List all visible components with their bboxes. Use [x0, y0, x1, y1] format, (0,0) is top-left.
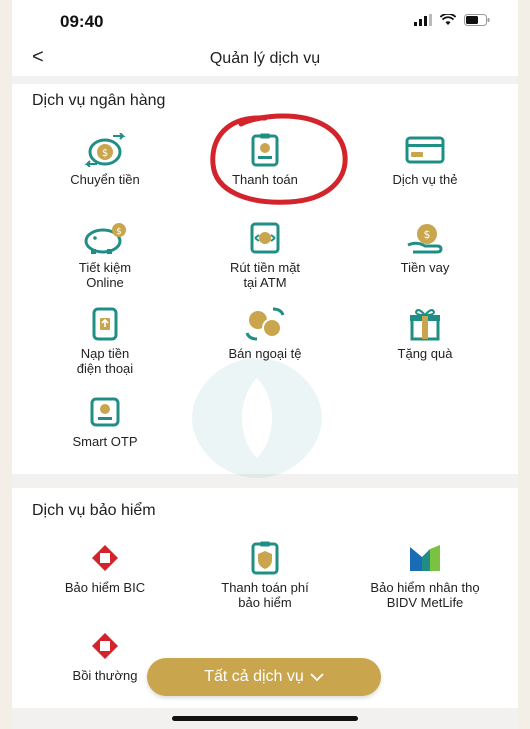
loan-icon: $ — [407, 224, 443, 254]
atm-icon — [250, 222, 280, 254]
service-label: điện thoại — [76, 361, 134, 376]
battery-icon — [464, 14, 490, 26]
service-topup[interactable]: Nạp tiền điện thoại — [30, 306, 180, 376]
all-services-label: Tất cả dịch vụ — [204, 668, 304, 685]
transfer-icon: $ — [84, 133, 126, 167]
service-label: Smart OTP — [72, 434, 138, 449]
nav-bar: < Quản lý dịch vụ — [12, 44, 518, 76]
svg-text:$: $ — [102, 148, 108, 159]
service-insurance-payment[interactable]: Thanh toán phí bảo hiểm — [190, 540, 340, 610]
service-loan[interactable]: $ Tiền vay — [350, 220, 500, 275]
page-title: Quản lý dịch vụ — [209, 50, 321, 67]
card-icon — [405, 136, 445, 164]
service-transfer[interactable]: $ Chuyển tiền — [30, 132, 180, 187]
insurance-payment-icon — [251, 541, 279, 575]
service-smart-otp[interactable]: Smart OTP — [30, 394, 180, 449]
gift-icon — [410, 309, 440, 341]
status-time: 09:40 — [60, 12, 104, 31]
service-label: Bảo hiểm nhân thọ — [370, 580, 480, 595]
svg-text:$: $ — [424, 228, 431, 241]
service-label: Tiền vay — [400, 260, 450, 275]
service-label: Tặng quà — [397, 346, 453, 361]
bic-logo-icon — [92, 545, 118, 571]
chevron-down-icon — [310, 673, 324, 682]
signal-icon — [414, 14, 432, 26]
service-label: Chuyển tiền — [70, 172, 140, 187]
service-label: Online — [86, 275, 124, 290]
wifi-icon — [440, 14, 456, 25]
bidv-watermark-icon — [192, 358, 322, 478]
service-label: Tiết kiệm — [78, 260, 132, 275]
all-services-button[interactable]: Tất cả dịch vụ — [147, 658, 381, 696]
service-label: Rút tiền mặt — [229, 260, 301, 275]
service-label: BIDV MetLife — [386, 595, 464, 610]
metlife-logo-icon — [410, 545, 440, 571]
service-label: Bảo hiểm BIC — [64, 580, 146, 595]
svg-text:$: $ — [116, 227, 122, 237]
service-label: Nạp tiền — [80, 346, 130, 361]
otp-icon — [90, 397, 120, 427]
status-icons — [414, 14, 490, 26]
status-bar: 09:40 — [12, 0, 518, 44]
claim-logo-icon — [92, 633, 118, 659]
service-label: Dịch vụ thẻ — [392, 172, 458, 187]
service-metlife[interactable]: Bảo hiểm nhân thọ BIDV MetLife — [350, 540, 500, 610]
insurance-section-title: Dịch vụ bảo hiểm — [32, 502, 156, 519]
service-card[interactable]: Dịch vụ thẻ — [350, 132, 500, 187]
service-atm[interactable]: Rút tiền mặt tại ATM — [190, 220, 340, 290]
service-bic[interactable]: Bảo hiểm BIC — [30, 540, 180, 595]
service-label: Thanh toán phí — [221, 580, 309, 595]
service-label: tại ATM — [243, 275, 287, 290]
phone-screen: 09:40 < Quản lý dịch vụ Dịch vụ ngân hàn… — [12, 0, 518, 729]
banking-section-title: Dịch vụ ngân hàng — [32, 92, 166, 109]
phone-topup-icon — [92, 307, 118, 341]
service-saving[interactable]: $ Tiết kiệm Online — [30, 220, 180, 290]
home-indicator — [172, 716, 358, 721]
service-gift[interactable]: Tặng quà — [350, 306, 500, 361]
red-circle-annotation — [210, 113, 348, 205]
service-label: bảo hiểm — [238, 595, 292, 610]
currency-exchange-icon — [245, 307, 285, 341]
piggy-bank-icon: $ — [84, 223, 126, 254]
